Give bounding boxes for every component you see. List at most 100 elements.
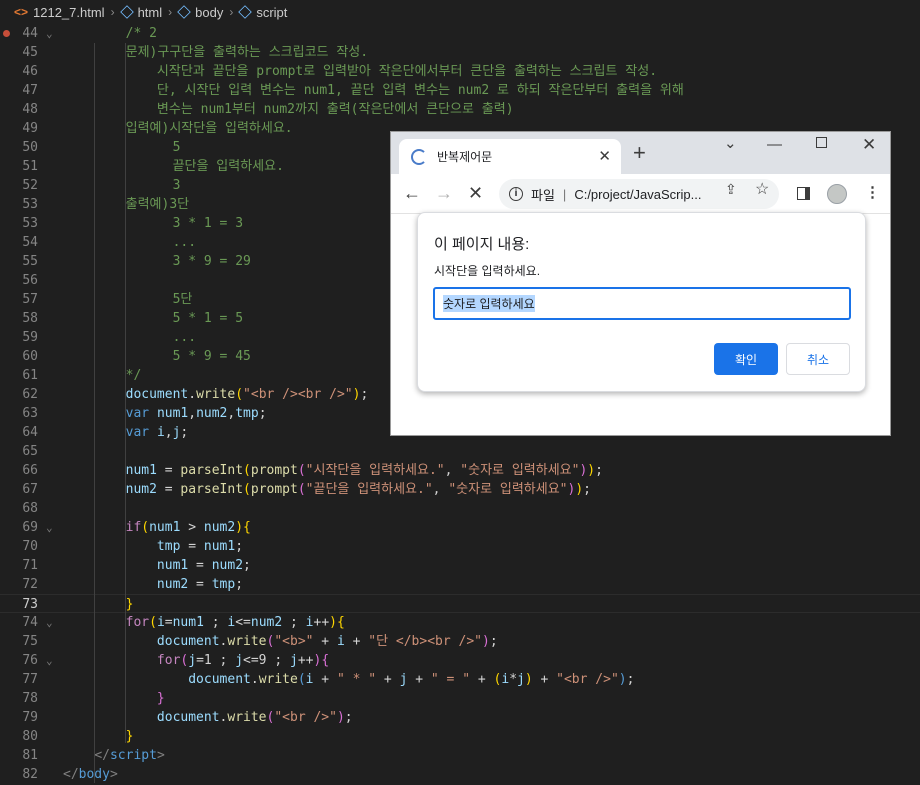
line-number: 56 (22, 273, 38, 288)
line-number: 50 (22, 140, 38, 155)
line-number: 55 (22, 254, 38, 269)
code-text: ... (172, 235, 197, 250)
line-number: 47 (22, 83, 38, 98)
code-line[interactable]: 46 시작단과 끝단을 prompt로 입력받아 작은단에서부터 큰단을 출력하… (0, 62, 920, 81)
line-number: 71 (22, 558, 38, 573)
code-line[interactable]: 81 </script> (0, 746, 920, 765)
chevron-right-icon: › (110, 5, 115, 19)
omnibox-url: C:/project/JavaScrip... (574, 186, 702, 202)
line-number: 54 (22, 235, 38, 250)
line-number: 72 (22, 577, 38, 592)
omnibox-label: 파일 (531, 187, 555, 203)
code-text: </body> (63, 767, 118, 782)
line-number: 53 (22, 216, 38, 231)
star-icon[interactable]: ☆ (755, 179, 769, 199)
fold-chevron-icon[interactable]: ⌄ (46, 24, 53, 43)
line-number: 64 (22, 425, 38, 440)
close-tab-icon[interactable]: ✕ (598, 147, 611, 165)
share-icon[interactable]: ⇪ (725, 181, 737, 198)
code-line[interactable]: 67 num2 = parseInt(prompt("끝단을 입력하세요.", … (0, 480, 920, 499)
side-panel-icon[interactable] (797, 187, 810, 200)
code-line[interactable]: 77 document.write(i + " * " + j + " = " … (0, 670, 920, 689)
code-line[interactable]: 75 document.write("<b>" + i + "단 </b><br… (0, 632, 920, 651)
indent-guide (125, 43, 126, 743)
close-window-icon[interactable]: ✕ (862, 135, 876, 155)
code-text: document.write("<b>" + i + "단 </b><br />… (156, 634, 498, 649)
minimize-icon[interactable]: — (767, 136, 782, 153)
line-number: 68 (22, 501, 38, 516)
back-arrow-icon[interactable]: ← (403, 183, 421, 204)
code-text: 5 * 1 = 5 (172, 311, 244, 326)
fold-chevron-icon[interactable]: ⌄ (46, 651, 53, 670)
prompt-input[interactable]: 숫자로 입력하세요 (433, 287, 851, 320)
code-text: } (125, 729, 134, 744)
code-line[interactable]: 45 문제)구구단을 출력하는 스크립코드 작성. (0, 43, 920, 62)
code-text: 문제)구구단을 출력하는 스크립코드 작성. (125, 45, 369, 60)
address-bar[interactable]: i 파일 | C:/project/JavaScrip... (499, 179, 779, 209)
prompt-input-value: 숫자로 입력하세요 (443, 295, 535, 312)
stop-icon[interactable]: ✕ (468, 183, 483, 204)
menu-dots-icon[interactable]: ⋮ (865, 183, 880, 201)
code-text: document.write(i + " * " + j + " = " + (… (188, 672, 635, 687)
code-line[interactable]: 66 num1 = parseInt(prompt("시작단을 입력하세요.",… (0, 461, 920, 480)
ok-button[interactable]: 확인 (714, 343, 778, 375)
fold-chevron-icon[interactable]: ⌄ (46, 518, 53, 537)
code-text: num1 = parseInt(prompt("시작단을 입력하세요.", "숫… (125, 463, 603, 478)
fold-chevron-icon[interactable]: ⌄ (46, 613, 53, 632)
line-number: 58 (22, 311, 38, 326)
symbol-icon (177, 5, 191, 19)
maximize-icon[interactable] (816, 137, 827, 148)
code-text: for(i=num1 ; i<=num2 ; i++){ (125, 615, 345, 630)
breadcrumb-script[interactable]: script (238, 5, 287, 20)
code-line[interactable]: 65 (0, 442, 920, 461)
code-line[interactable]: 72 num2 = tmp; (0, 575, 920, 594)
code-line[interactable]: 80 } (0, 727, 920, 746)
code-line[interactable]: 78 } (0, 689, 920, 708)
omnibox-divider: | (562, 186, 567, 202)
code-text: num2 = tmp; (156, 577, 244, 592)
cancel-button[interactable]: 취소 (786, 343, 850, 375)
code-text: } (125, 597, 134, 612)
tab-search-icon[interactable]: ⌄ (724, 134, 737, 152)
line-number: 69 (22, 520, 38, 535)
code-line[interactable]: 68 (0, 499, 920, 518)
code-line[interactable]: 70 tmp = num1; (0, 537, 920, 556)
code-line[interactable]: 44 ⌄ /* 2 (0, 24, 920, 43)
line-number: 79 (22, 710, 38, 725)
code-line[interactable]: 71 num1 = num2; (0, 556, 920, 575)
code-text: 3 (172, 178, 181, 193)
browser-toolbar: ← → ✕ i 파일 | C:/project/JavaScrip... ⇪ ☆… (391, 174, 890, 214)
line-number: 45 (22, 45, 38, 60)
code-text: 출력예)3단 (125, 197, 190, 212)
code-line[interactable]: 82 </body> (0, 765, 920, 784)
chevron-right-icon: › (229, 5, 234, 19)
code-line[interactable]: 47 단, 시작단 입력 변수는 num1, 끝단 입력 변수는 num2 로 … (0, 81, 920, 100)
line-number: 77 (22, 672, 38, 687)
info-icon[interactable]: i (509, 187, 523, 201)
line-number: 75 (22, 634, 38, 649)
tab-bar: 반복제어문 ✕ + ⌄ — ✕ (391, 132, 890, 174)
breadcrumb-html[interactable]: html (119, 5, 162, 20)
line-number: 65 (22, 444, 38, 459)
line-number: 52 (22, 178, 38, 193)
line-number: 74 (22, 615, 38, 630)
forward-arrow-icon[interactable]: → (435, 183, 453, 204)
code-line[interactable]: 48 변수는 num1부터 num2까지 출력(작은단에서 큰단으로 출력) (0, 100, 920, 119)
code-line[interactable]: 74 ⌄ for(i=num1 ; i<=num2 ; i++){ (0, 613, 920, 632)
code-line[interactable]: 79 document.write("<br />"); (0, 708, 920, 727)
new-tab-button[interactable]: + (633, 140, 646, 166)
profile-avatar-icon[interactable] (827, 184, 847, 204)
breadcrumb-file[interactable]: <> 1212_7.html (14, 5, 105, 20)
line-number: 44 (22, 26, 38, 41)
line-number: 66 (22, 463, 38, 478)
code-text: 3 * 9 = 29 (172, 254, 251, 269)
code-line[interactable]: 73 } (0, 594, 920, 613)
code-text: } (156, 691, 165, 706)
code-line[interactable]: 76 ⌄ for(j=1 ; j<=9 ; j++){ (0, 651, 920, 670)
code-text: document.write("<br />"); (156, 710, 353, 725)
line-number: 48 (22, 102, 38, 117)
symbol-icon (119, 5, 134, 19)
breadcrumb-body[interactable]: body (177, 5, 223, 20)
code-line[interactable]: 69 ⌄ if(num1 > num2){ (0, 518, 920, 537)
browser-tab[interactable]: 반복제어문 ✕ (399, 139, 621, 174)
